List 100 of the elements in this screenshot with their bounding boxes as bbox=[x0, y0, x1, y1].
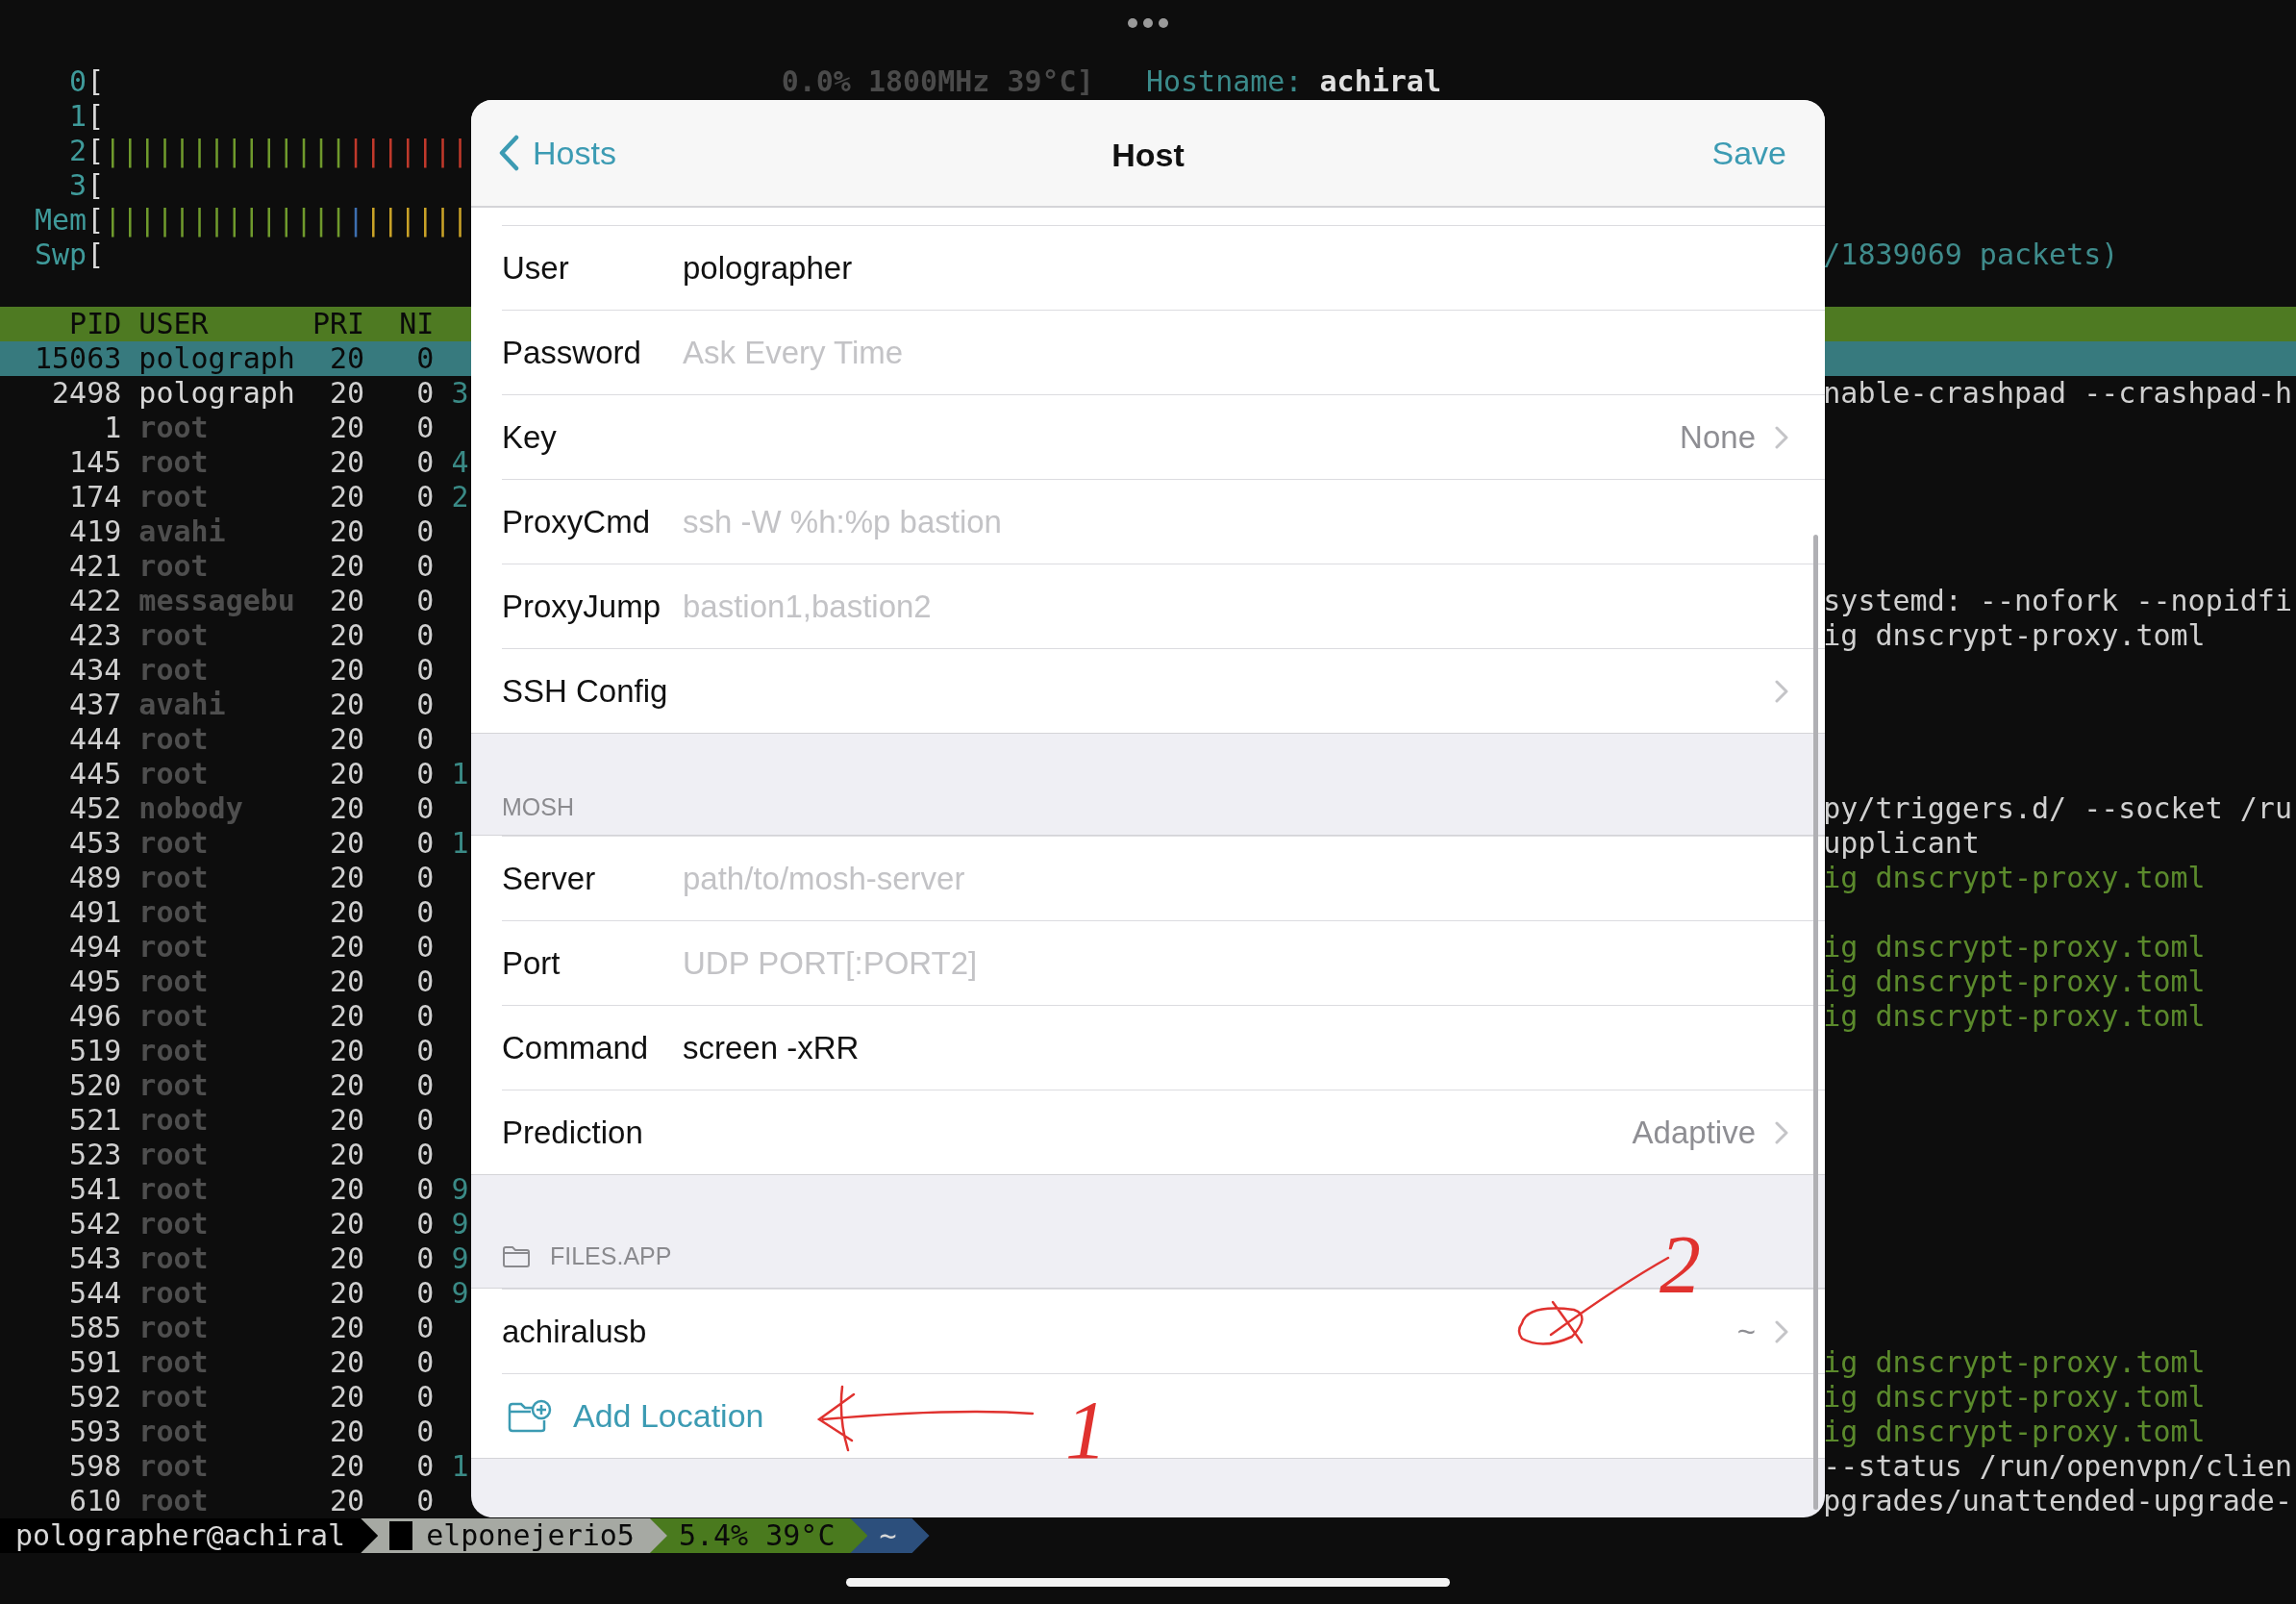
field-label: Port bbox=[502, 944, 562, 982]
process-memory: 4 bbox=[451, 445, 469, 480]
network-reading: /1839069 packets) bbox=[1823, 238, 2119, 271]
process-user: root bbox=[138, 1207, 210, 1241]
process-memory: 2 bbox=[451, 480, 469, 514]
meter-bracket: [ bbox=[87, 64, 105, 98]
process-memory: 1 bbox=[451, 757, 469, 791]
text-field[interactable]: ssh -W %h:%p bastion bbox=[683, 503, 1786, 540]
dialog-title: Host bbox=[1111, 137, 1185, 174]
process-nice: 0 bbox=[415, 965, 435, 999]
process-nice: 0 bbox=[415, 411, 435, 445]
process-command: nable-crashpad --crashpad-h bbox=[1823, 376, 2292, 410]
process-memory: 9 bbox=[451, 1276, 469, 1311]
text-field[interactable]: polographer bbox=[683, 249, 1786, 287]
process-nice: 0 bbox=[415, 1172, 435, 1207]
process-user: avahi bbox=[138, 514, 227, 549]
process-id: 419 bbox=[68, 514, 122, 549]
settings-row[interactable]: SSH Config bbox=[502, 649, 1825, 733]
process-nice: 0 bbox=[415, 1276, 435, 1311]
process-user: root bbox=[138, 1415, 210, 1449]
process-id: 543 bbox=[68, 1241, 122, 1276]
process-priority: 20 bbox=[329, 895, 365, 930]
cpu-reading: 0.0% 1800MHz 39°C] bbox=[781, 64, 1094, 98]
process-priority: 20 bbox=[329, 999, 365, 1034]
meter-bars: |||||||||||||| bbox=[104, 203, 348, 237]
process-nice: 0 bbox=[415, 1380, 435, 1415]
section-header: MOSH bbox=[502, 793, 574, 821]
field-label: ProxyJump bbox=[502, 588, 662, 625]
process-command: ig dnscrypt-proxy.toml bbox=[1823, 999, 2206, 1033]
process-user: root bbox=[138, 861, 210, 895]
column-header[interactable]: USER bbox=[138, 307, 295, 341]
meter-label: 2 bbox=[68, 134, 87, 168]
process-priority: 20 bbox=[329, 1311, 365, 1345]
section-header: FILES.APP bbox=[550, 1242, 672, 1270]
settings-row[interactable]: Key None bbox=[502, 395, 1825, 479]
process-id: 592 bbox=[68, 1380, 122, 1415]
process-nice: 0 bbox=[415, 584, 435, 618]
process-nice: 0 bbox=[415, 1034, 435, 1068]
process-priority: 20 bbox=[329, 861, 365, 895]
column-header[interactable]: NI bbox=[364, 307, 435, 341]
process-id: 423 bbox=[68, 618, 122, 653]
process-command: upplicant bbox=[1823, 826, 1980, 860]
process-priority: 20 bbox=[329, 376, 365, 411]
process-nice: 0 bbox=[415, 1484, 435, 1518]
process-nice: 0 bbox=[415, 618, 435, 653]
meter-label: Mem bbox=[35, 203, 87, 238]
process-id: 445 bbox=[68, 757, 122, 791]
process-user: avahi bbox=[138, 688, 227, 722]
process-priority: 20 bbox=[329, 826, 365, 861]
detail-value: Adaptive bbox=[1632, 1114, 1756, 1151]
settings-row[interactable]: Prediction Adaptive bbox=[502, 1090, 1825, 1174]
text-field[interactable]: Ask Every Time bbox=[683, 334, 1786, 371]
process-priority: 20 bbox=[329, 1345, 365, 1380]
process-priority: 20 bbox=[329, 514, 365, 549]
folder-add-icon bbox=[508, 1398, 552, 1434]
process-user: root bbox=[138, 1138, 210, 1172]
process-user: nobody bbox=[138, 791, 244, 826]
process-priority: 20 bbox=[329, 1380, 365, 1415]
process-id: 1 bbox=[103, 411, 122, 445]
process-id: 444 bbox=[68, 722, 122, 757]
process-id: 2498 bbox=[51, 376, 122, 411]
meter-label: 3 bbox=[68, 168, 87, 203]
detail-value: ~ bbox=[1736, 1313, 1756, 1350]
chevron-icon bbox=[1775, 679, 1788, 703]
meter-bars: | bbox=[347, 203, 365, 237]
process-priority: 20 bbox=[329, 930, 365, 965]
meter-bracket: [ bbox=[87, 238, 105, 271]
meter-bars: |||||||||||||| bbox=[104, 134, 348, 167]
text-field[interactable]: UDP PORT[:PORT2] bbox=[683, 944, 1786, 982]
process-user: root bbox=[138, 1068, 210, 1103]
process-nice: 0 bbox=[415, 930, 435, 965]
process-user: root bbox=[138, 549, 210, 584]
process-id: 452 bbox=[68, 791, 122, 826]
process-nice: 0 bbox=[415, 1311, 435, 1345]
meter-bracket: [ bbox=[87, 203, 105, 237]
process-user: root bbox=[138, 965, 210, 999]
process-priority: 20 bbox=[329, 618, 365, 653]
column-header[interactable]: PRI bbox=[294, 307, 365, 341]
chevron-icon bbox=[1775, 425, 1788, 449]
folder-icon bbox=[502, 1244, 531, 1268]
text-field[interactable]: bastion1,bastion2 bbox=[683, 588, 1786, 625]
process-command: --status /run/openvpn/clien bbox=[1823, 1449, 2292, 1483]
process-user: root bbox=[138, 1241, 210, 1276]
process-nice: 0 bbox=[415, 895, 435, 930]
process-id: 585 bbox=[68, 1311, 122, 1345]
text-field[interactable]: screen -xRR bbox=[683, 1029, 1786, 1066]
column-header[interactable]: PID bbox=[35, 307, 122, 341]
process-id: 437 bbox=[68, 688, 122, 722]
process-priority: 20 bbox=[329, 1034, 365, 1068]
process-nice: 0 bbox=[415, 549, 435, 584]
process-nice: 0 bbox=[415, 445, 435, 480]
process-id: 523 bbox=[68, 1138, 122, 1172]
chevron-icon bbox=[1775, 1319, 1788, 1343]
process-priority: 20 bbox=[329, 653, 365, 688]
back-chevron-icon bbox=[498, 135, 519, 171]
text-field[interactable]: path/to/mosh-server bbox=[683, 860, 1786, 897]
process-priority: 20 bbox=[329, 1172, 365, 1207]
process-priority: 20 bbox=[329, 1415, 365, 1449]
more-icon[interactable] bbox=[1127, 17, 1169, 29]
process-memory: 9 bbox=[451, 1172, 469, 1207]
